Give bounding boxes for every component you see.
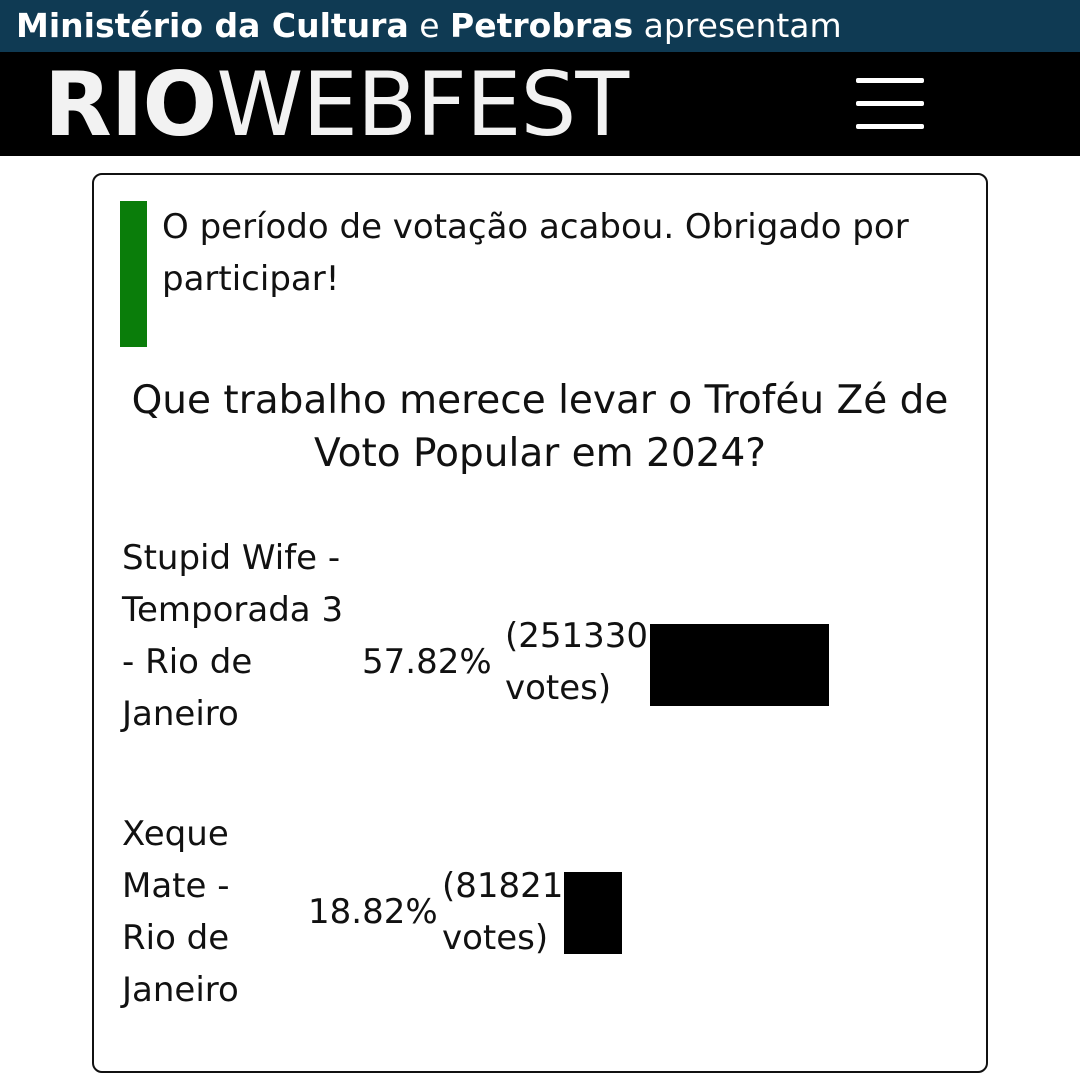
option-name: Stupid Wife - Temporada 3 - Rio de Janei… bbox=[122, 538, 344, 734]
sponsor-bar: Ministério da Cultura e Petrobras aprese… bbox=[0, 0, 1080, 52]
option-percent: 57.82% bbox=[362, 642, 492, 682]
hamburger-menu-icon[interactable] bbox=[852, 76, 928, 132]
menu-line-middle bbox=[856, 101, 924, 106]
logo-part-webfest: WEBFEST bbox=[216, 53, 629, 156]
option-votes: (251330 votes) bbox=[505, 616, 649, 708]
sponsor-conjunction: e bbox=[419, 6, 440, 45]
site-logo[interactable]: RIOWEBFEST bbox=[44, 60, 629, 150]
sponsor-org-petrobras: Petrobras bbox=[450, 6, 634, 45]
option-result-bar bbox=[650, 624, 829, 706]
notice-accent-bar bbox=[120, 201, 147, 347]
menu-line-top bbox=[856, 78, 924, 83]
logo-part-rio: RIO bbox=[44, 53, 217, 156]
option-percent: 18.82% bbox=[308, 892, 438, 932]
option-name: Xeque Mate - Rio de Janeiro bbox=[122, 814, 239, 1010]
site-header: RIOWEBFEST bbox=[0, 52, 1080, 156]
menu-line-bottom bbox=[856, 124, 924, 129]
option-votes: (81821 votes) bbox=[442, 866, 564, 958]
voting-closed-notice: O período de votação acabou. Obrigado po… bbox=[162, 207, 909, 299]
sponsor-verb: apresentam bbox=[643, 6, 842, 45]
option-result-bar bbox=[564, 872, 622, 954]
poll-question: Que trabalho merece levar o Troféu Zé de… bbox=[131, 378, 949, 476]
sponsor-org-ministry: Ministério da Cultura bbox=[16, 6, 409, 45]
